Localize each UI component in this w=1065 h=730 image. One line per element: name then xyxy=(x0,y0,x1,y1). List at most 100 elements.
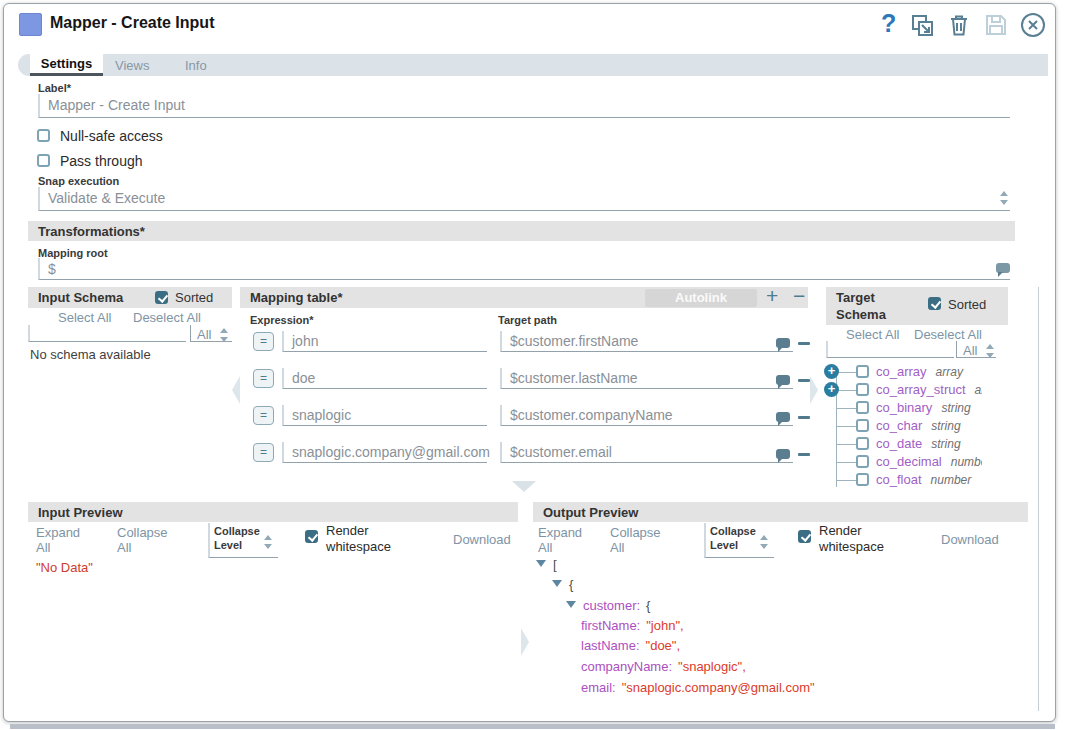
autolink-button[interactable]: Autolink xyxy=(645,289,757,307)
target-schema-select-all[interactable]: Select All xyxy=(846,327,899,342)
tab-views[interactable]: Views xyxy=(115,58,149,73)
scroll-divider xyxy=(1038,287,1039,711)
tree-item-checkbox[interactable] xyxy=(856,419,869,432)
target-schema-filter-spinner-icon[interactable] xyxy=(986,344,995,358)
delete-row-icon[interactable] xyxy=(798,416,810,419)
target-path-field[interactable]: $customer.companyName xyxy=(500,405,793,426)
input-schema-sorted-checkbox[interactable] xyxy=(155,291,168,304)
transformations-header xyxy=(28,221,1015,241)
help-icon[interactable]: ? xyxy=(881,9,896,38)
mapping-root-comment-icon[interactable] xyxy=(996,263,1010,273)
delete-icon[interactable] xyxy=(947,13,971,37)
comment-icon[interactable] xyxy=(776,412,790,422)
expand-icon[interactable]: + xyxy=(824,364,839,379)
export-icon[interactable] xyxy=(910,13,935,38)
input-schema-filter-value: All xyxy=(197,327,211,342)
expression-field[interactable]: snaplogic xyxy=(282,405,487,426)
add-row-button[interactable]: + xyxy=(766,284,778,308)
input-preview-collapse-all[interactable]: Collapse All xyxy=(117,525,177,555)
tree-item-name[interactable]: co_array_struct xyxy=(876,382,966,397)
tree-item-checkbox[interactable] xyxy=(856,455,869,468)
tree-connector xyxy=(836,444,856,445)
tree-item-name[interactable]: co_binary xyxy=(876,400,932,415)
input-preview-collapse-level[interactable]: Collapse Level xyxy=(208,523,278,558)
target-path-field[interactable]: $customer.email xyxy=(500,442,793,463)
json-key: email: xyxy=(581,680,616,695)
collapse-arrow-icon[interactable] xyxy=(566,601,576,608)
tab-info[interactable]: Info xyxy=(185,58,207,73)
input-preview-render-whitespace-checkbox[interactable] xyxy=(305,530,318,543)
label-field[interactable]: Mapper - Create Input xyxy=(38,94,1010,118)
tree-item-name[interactable]: co_float xyxy=(876,472,922,487)
collapse-arrow-icon[interactable] xyxy=(552,580,562,587)
output-preview-collapse-level[interactable]: Collapse Level xyxy=(704,523,774,558)
mapping-collapse-handle[interactable] xyxy=(512,481,536,492)
output-preview-expand-all[interactable]: Expand All xyxy=(538,525,596,555)
tab-settings[interactable]: Settings xyxy=(30,54,103,76)
tree-item-name[interactable]: co_char xyxy=(876,418,922,433)
snap-execution-select[interactable]: Validate & Execute xyxy=(38,187,1010,211)
preview-divider-handle[interactable] xyxy=(521,628,529,656)
input-preview-title: Input Preview xyxy=(38,505,123,520)
mapping-root-value: $ xyxy=(40,258,1010,280)
output-preview-collapse-all[interactable]: Collapse All xyxy=(610,525,670,555)
target-schema-sorted-label: Sorted xyxy=(948,297,986,312)
tree-item-name[interactable]: co_date xyxy=(876,436,922,451)
input-preview-download[interactable]: Download xyxy=(453,532,511,547)
expression-toggle-button[interactable]: = xyxy=(253,332,274,351)
input-preview-collapse-level-spinner-icon[interactable] xyxy=(264,535,273,549)
json-row: firstName:"john", xyxy=(581,618,684,633)
null-safe-label: Null-safe access xyxy=(60,128,163,144)
pass-through-checkbox[interactable] xyxy=(37,154,50,167)
mapping-row: = john $customer.firstName xyxy=(240,331,808,353)
save-icon[interactable] xyxy=(984,13,1008,37)
delete-row-icon[interactable] xyxy=(798,453,810,456)
remove-row-button[interactable]: − xyxy=(793,284,805,308)
output-preview-render-whitespace-checkbox[interactable] xyxy=(798,530,811,543)
null-safe-checkbox[interactable] xyxy=(37,129,50,142)
tree-item-checkbox[interactable] xyxy=(856,401,869,414)
input-schema-search[interactable] xyxy=(28,325,186,342)
snap-execution-spinner-icon[interactable] xyxy=(1000,191,1009,205)
tree-item-type: string xyxy=(931,437,960,451)
tree-item-name[interactable]: co_array xyxy=(876,364,927,379)
tree-item-name[interactable]: co_decimal xyxy=(876,454,942,469)
tree-item: + co_decimalnumber xyxy=(824,453,982,471)
target-schema-deselect-all[interactable]: Deselect All xyxy=(914,327,982,342)
tree-item-checkbox[interactable] xyxy=(856,383,869,396)
expression-toggle-button[interactable]: = xyxy=(253,406,274,425)
mapping-root-field[interactable]: $ xyxy=(38,258,1010,280)
output-preview-download[interactable]: Download xyxy=(941,532,999,547)
target-path-field[interactable]: $customer.firstName xyxy=(500,331,793,352)
label-field-value: Mapper - Create Input xyxy=(40,94,1010,116)
tree-item-checkbox[interactable] xyxy=(856,365,869,378)
tree-item-checkbox[interactable] xyxy=(856,437,869,450)
expression-toggle-button[interactable]: = xyxy=(253,369,274,388)
target-path-field[interactable]: $customer.lastName xyxy=(500,368,793,389)
comment-icon[interactable] xyxy=(776,449,790,459)
delete-row-icon[interactable] xyxy=(798,342,810,345)
expression-field[interactable]: john xyxy=(282,331,487,352)
tree-item-type: array xyxy=(975,383,982,397)
tree-item-type: array xyxy=(936,365,963,379)
collapse-arrow-icon[interactable] xyxy=(536,560,546,567)
expression-toggle-button[interactable]: = xyxy=(253,443,274,462)
input-schema-deselect-all[interactable]: Deselect All xyxy=(133,310,201,325)
expression-field[interactable]: snaplogic.company@gmail.com xyxy=(282,442,487,463)
expression-field[interactable]: doe xyxy=(282,368,487,389)
input-preview-expand-all[interactable]: Expand All xyxy=(36,525,94,555)
comment-icon[interactable] xyxy=(776,375,790,385)
input-schema-filter-spinner-icon[interactable] xyxy=(220,328,229,342)
output-preview-collapse-level-spinner-icon[interactable] xyxy=(760,535,769,549)
right-panel-resize-handle[interactable] xyxy=(810,376,818,404)
target-schema-sorted-checkbox[interactable] xyxy=(928,297,941,310)
close-icon[interactable] xyxy=(1020,12,1046,38)
target-schema-search[interactable] xyxy=(826,341,954,358)
comment-icon[interactable] xyxy=(776,338,790,348)
delete-row-icon[interactable] xyxy=(798,379,810,382)
expand-icon[interactable]: + xyxy=(824,382,839,397)
input-schema-select-all[interactable]: Select All xyxy=(58,310,111,325)
left-panel-resize-handle[interactable] xyxy=(232,376,240,404)
target-path-value: $customer.lastName xyxy=(502,368,793,388)
tree-item-checkbox[interactable] xyxy=(856,473,869,486)
